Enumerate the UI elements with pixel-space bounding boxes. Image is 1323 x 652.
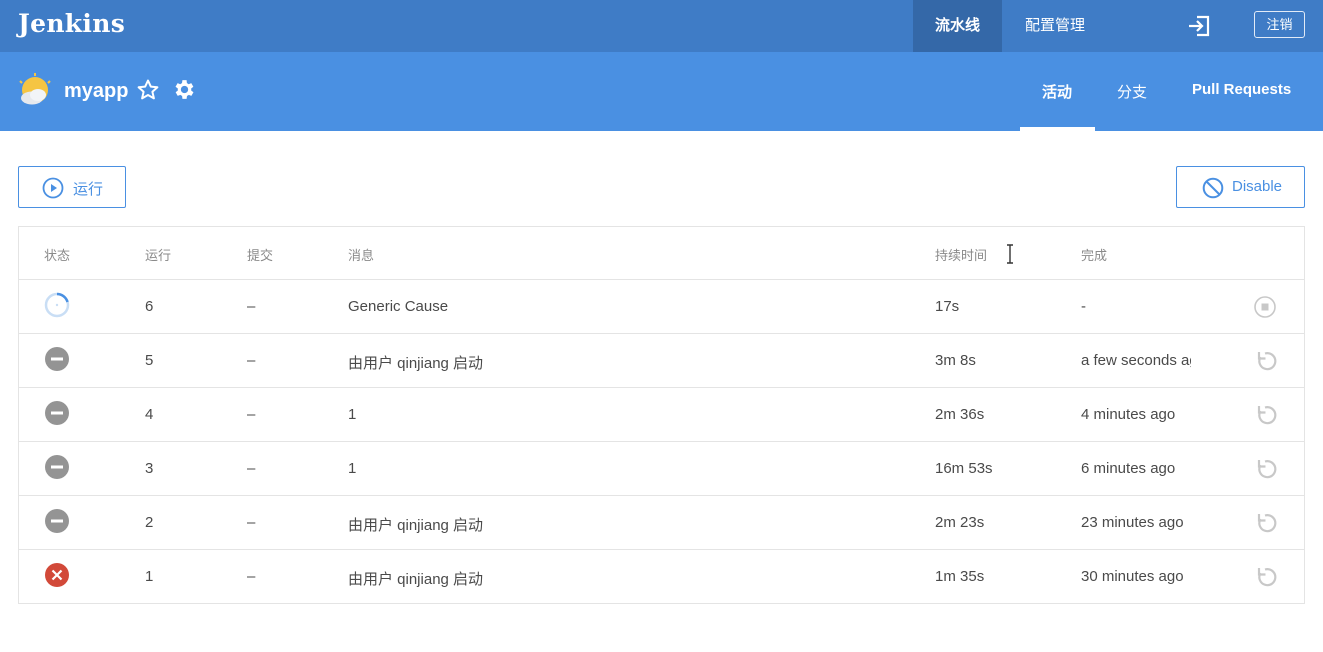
commit-id: – (247, 298, 256, 315)
ban-icon (1202, 177, 1224, 199)
disable-button-label: Disable (1232, 178, 1283, 195)
pipeline-header: myapp 活动 分支 Pull Requests (0, 52, 1323, 131)
run-message: 由用户 qinjiang 启动 (348, 517, 484, 534)
run-number[interactable]: 4 (145, 406, 153, 423)
table-row[interactable]: 2 – 由用户 qinjiang 启动 2m 23s 23 minutes ag… (19, 496, 1304, 550)
run-completed: 4 minutes ago (1081, 406, 1176, 423)
run-completed: 6 minutes ago (1081, 460, 1176, 477)
run-button[interactable]: 运行 (18, 166, 126, 208)
play-circle-icon (42, 177, 64, 199)
commit-id: – (247, 568, 256, 585)
col-status: 状态 (44, 248, 71, 263)
replay-icon[interactable] (1253, 511, 1277, 535)
run-number[interactable]: 3 (145, 460, 153, 477)
tab-pull-requests[interactable]: Pull Requests (1192, 81, 1291, 98)
commit-id: – (247, 514, 256, 531)
table-header: 状态 运行 提交 消息 持续时间 完成 (19, 227, 1304, 280)
run-completed: - (1081, 298, 1086, 315)
tab-branches[interactable]: 分支 (1117, 81, 1147, 102)
run-message: 由用户 qinjiang 启动 (348, 571, 484, 588)
run-duration: 2m 36s (935, 406, 985, 423)
replay-icon[interactable] (1253, 403, 1277, 427)
table-row[interactable]: 1 – 由用户 qinjiang 启动 1m 35s 30 minutes ag… (19, 550, 1304, 604)
running-status-icon (44, 292, 70, 318)
table-row[interactable]: 5 – 由用户 qinjiang 启动 3m 8s a few seconds … (19, 334, 1304, 388)
run-button-label: 运行 (73, 181, 104, 198)
col-completed: 完成 (1081, 248, 1108, 263)
top-navbar: Jenkins 流水线 配置管理 注销 (0, 0, 1323, 52)
runs-table: 状态 运行 提交 消息 持续时间 完成 6 – Generic Cause 17… (18, 226, 1305, 604)
failed-status-icon (45, 563, 69, 587)
run-message: 1 (348, 460, 357, 477)
replay-icon[interactable] (1253, 457, 1277, 481)
replay-icon[interactable] (1253, 349, 1277, 373)
aborted-status-icon (45, 401, 69, 425)
nav-administration[interactable]: 配置管理 (1025, 14, 1085, 35)
table-row[interactable]: 3 – 1 16m 53s 6 minutes ago (19, 442, 1304, 496)
run-number[interactable]: 5 (145, 352, 153, 369)
aborted-status-icon (45, 455, 69, 479)
run-duration: 17s (935, 298, 960, 315)
logout-button[interactable]: 注销 (1254, 11, 1305, 38)
commit-id: – (247, 352, 256, 369)
login-icon[interactable] (1186, 13, 1212, 39)
partly-cloudy-weather-icon (19, 73, 51, 105)
commit-id: – (247, 406, 256, 423)
run-message: Generic Cause (348, 298, 449, 315)
run-duration: 2m 23s (935, 514, 985, 531)
pipeline-name[interactable]: myapp (64, 80, 128, 103)
col-duration: 持续时间 (935, 248, 988, 263)
run-number[interactable]: 1 (145, 568, 153, 585)
run-number[interactable]: 2 (145, 514, 153, 531)
run-completed: 30 minutes ago (1081, 568, 1184, 585)
run-duration: 16m 53s (935, 460, 993, 477)
col-message: 消息 (348, 248, 375, 263)
tab-activity[interactable]: 活动 (1042, 81, 1072, 102)
commit-id: – (247, 460, 256, 477)
run-message: 1 (348, 406, 357, 423)
active-tab-indicator (1020, 127, 1095, 131)
run-duration: 1m 35s (935, 568, 985, 585)
text-cursor-icon (1007, 244, 1013, 264)
table-row[interactable]: 6 – Generic Cause 17s - (19, 280, 1304, 334)
stop-circle-icon[interactable] (1253, 295, 1277, 319)
gear-icon[interactable] (172, 77, 197, 102)
nav-pipelines[interactable]: 流水线 (935, 14, 980, 35)
col-commit: 提交 (247, 248, 274, 263)
run-number[interactable]: 6 (145, 298, 153, 315)
run-message: 由用户 qinjiang 启动 (348, 355, 484, 372)
col-run: 运行 (145, 248, 172, 263)
run-completed: 23 minutes ago (1081, 514, 1184, 531)
disable-button[interactable]: Disable (1176, 166, 1305, 208)
table-row[interactable]: 4 – 1 2m 36s 4 minutes ago (19, 388, 1304, 442)
aborted-status-icon (45, 347, 69, 371)
aborted-status-icon (45, 509, 69, 533)
replay-icon[interactable] (1253, 565, 1277, 589)
run-completed: a few seconds ago (1081, 352, 1191, 369)
star-outline-icon[interactable] (136, 78, 160, 102)
jenkins-logo[interactable]: Jenkins (18, 9, 125, 38)
run-duration: 3m 8s (935, 352, 976, 369)
